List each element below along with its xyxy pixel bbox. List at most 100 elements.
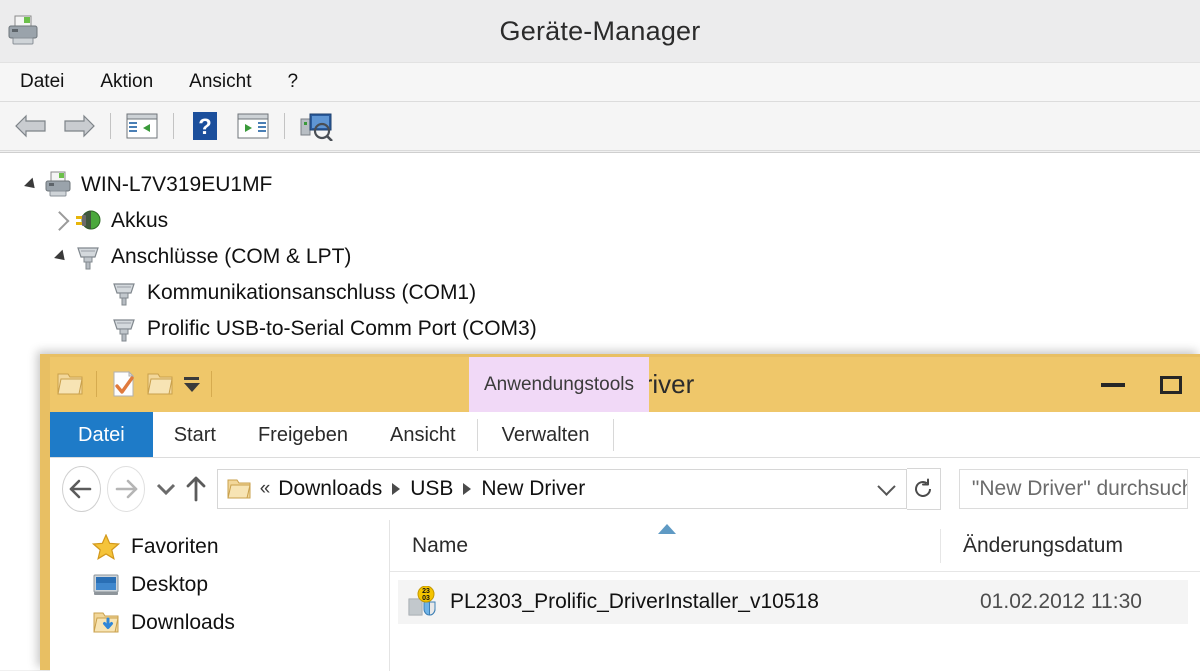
minimize-button[interactable] (1084, 357, 1142, 412)
breadcrumb-item-new-driver[interactable]: New Driver (481, 477, 585, 501)
table-row[interactable]: 23 03 PL2303_Prolific_DriverInstaller_v1… (398, 580, 1188, 624)
tab-ansicht[interactable]: Ansicht (369, 412, 477, 458)
back-button[interactable] (62, 466, 101, 512)
tree-item-com1[interactable]: Kommunikationsanschluss (COM1) (0, 275, 1200, 311)
show-hide-console-tree-icon (126, 113, 158, 139)
qat-separator (96, 371, 97, 397)
back-arrow-icon (69, 479, 92, 499)
breadcrumb[interactable]: « Downloads USB New Driver (216, 469, 907, 509)
column-name[interactable]: Name (390, 524, 940, 558)
nav-desktop[interactable]: Desktop (50, 566, 390, 604)
device-manager-titlebar: Geräte-Manager (0, 0, 1200, 62)
up-arrow-icon (186, 476, 206, 502)
toolbar-separator (284, 113, 285, 139)
maximize-button[interactable] (1142, 357, 1200, 412)
help-button[interactable]: ? (182, 106, 228, 146)
chevron-right-icon[interactable] (392, 483, 401, 495)
maximize-icon (1160, 375, 1182, 394)
expander-open-icon[interactable] (18, 177, 44, 193)
refresh-button[interactable] (906, 468, 941, 510)
ribbon-tabs: Datei Start Freigeben Ansicht Verwalten (50, 412, 1200, 458)
star-icon (92, 534, 120, 560)
downloads-folder-icon (93, 612, 119, 633)
qat-separator (211, 371, 212, 397)
sort-ascending-icon (658, 524, 676, 534)
up-button[interactable] (181, 467, 211, 511)
tree-item-computer[interactable]: WIN-L7V319EU1MF (0, 167, 1200, 203)
quick-access-toolbar (55, 365, 216, 403)
tree-item-label: Anschlüsse (COM & LPT) (111, 245, 352, 268)
port-icon (77, 247, 99, 270)
installer-exe-icon: 23 03 (408, 586, 436, 616)
scan-hardware-changes-button[interactable] (293, 106, 339, 146)
nav-item-label: Downloads (131, 611, 235, 634)
menu-ansicht[interactable]: Ansicht (185, 69, 255, 95)
breadcrumb-item-downloads[interactable]: Downloads (278, 477, 382, 501)
tree-item-label: Kommunikationsanschluss (COM1) (147, 281, 477, 304)
port-icon (113, 319, 135, 342)
tab-verwalten[interactable]: Verwalten (478, 412, 614, 458)
breadcrumb-dropdown-button[interactable] (874, 476, 900, 496)
chevron-down-icon[interactable] (182, 376, 200, 392)
properties-button[interactable] (230, 106, 276, 146)
chevron-down-icon (156, 483, 175, 496)
recent-locations-button[interactable] (151, 467, 181, 511)
expander-open-icon[interactable] (48, 249, 74, 265)
desktop-icon (93, 574, 119, 595)
minimize-icon (1101, 382, 1125, 387)
tab-start[interactable]: Start (153, 412, 237, 458)
breadcrumb-overflow[interactable]: « (260, 478, 271, 500)
nav-favoriten[interactable]: Favoriten (50, 528, 390, 566)
tab-freigeben[interactable]: Freigeben (237, 412, 369, 458)
device-manager-toolbar: ? (0, 102, 1200, 151)
tab-separator (613, 419, 615, 451)
address-bar: « Downloads USB New Driver "New Driver" … (50, 458, 1200, 520)
file-date: 01.02.2012 11:30 (980, 590, 1142, 613)
tree-item-label: Akkus (111, 209, 169, 232)
show-hide-console-tree-button[interactable] (119, 106, 165, 146)
file-list[interactable]: Name Änderungsdatum 23 03 PL2303_Prolifi… (390, 520, 1200, 671)
forward-arrow-icon (115, 479, 138, 499)
chevron-down-icon (877, 476, 896, 496)
new-folder-icon[interactable] (145, 370, 175, 398)
expander-closed-icon[interactable] (48, 211, 74, 231)
menu-help[interactable]: ? (283, 69, 302, 95)
back-button[interactable] (8, 106, 54, 146)
tree-item-akkus[interactable]: Akkus (0, 203, 1200, 239)
folder-icon (227, 479, 251, 499)
explorer-titlebar: New Driver Anwendungstools (50, 357, 1200, 412)
properties-icon (237, 113, 269, 139)
forward-arrow-icon (64, 114, 95, 138)
column-date-label: Änderungsdatum (963, 534, 1123, 557)
nav-item-label: Favoriten (131, 535, 219, 558)
navigation-pane[interactable]: Favoriten Desktop Downloads (50, 520, 390, 671)
folder-icon[interactable] (55, 370, 85, 398)
tab-datei[interactable]: Datei (50, 412, 153, 458)
svg-text:23: 23 (422, 588, 430, 595)
back-arrow-icon (15, 114, 46, 138)
device-manager-menubar: Datei Aktion Ansicht ? (0, 62, 1200, 102)
port-icon (113, 283, 135, 306)
nav-item-label: Desktop (131, 573, 209, 596)
menu-datei[interactable]: Datei (16, 69, 68, 95)
file-explorer-window: New Driver Anwendungstools (40, 354, 1200, 671)
menu-aktion[interactable]: Aktion (96, 69, 157, 95)
column-date[interactable]: Änderungsdatum (940, 529, 1123, 563)
search-input[interactable]: "New Driver" durchsuchen (958, 469, 1188, 509)
svg-text:?: ? (198, 114, 211, 139)
toolbar-separator (110, 113, 111, 139)
tree-item-anschluesse[interactable]: Anschlüsse (COM & LPT) (0, 239, 1200, 275)
breadcrumb-item-usb[interactable]: USB (410, 477, 453, 501)
forward-button[interactable] (56, 106, 102, 146)
properties-icon[interactable] (108, 370, 138, 398)
window-controls (1084, 357, 1200, 412)
chevron-right-icon[interactable] (463, 483, 472, 495)
column-headers: Name Änderungsdatum (390, 520, 1200, 572)
explorer-body: Favoriten Desktop Downloads Name Änderun… (50, 520, 1200, 671)
nav-downloads[interactable]: Downloads (50, 604, 390, 642)
tree-item-com3[interactable]: Prolific USB-to-Serial Comm Port (COM3) (0, 311, 1200, 347)
device-manager-title: Geräte-Manager (499, 15, 701, 46)
svg-text:03: 03 (422, 595, 430, 602)
scan-hardware-changes-icon (300, 113, 333, 141)
forward-button[interactable] (106, 466, 145, 512)
